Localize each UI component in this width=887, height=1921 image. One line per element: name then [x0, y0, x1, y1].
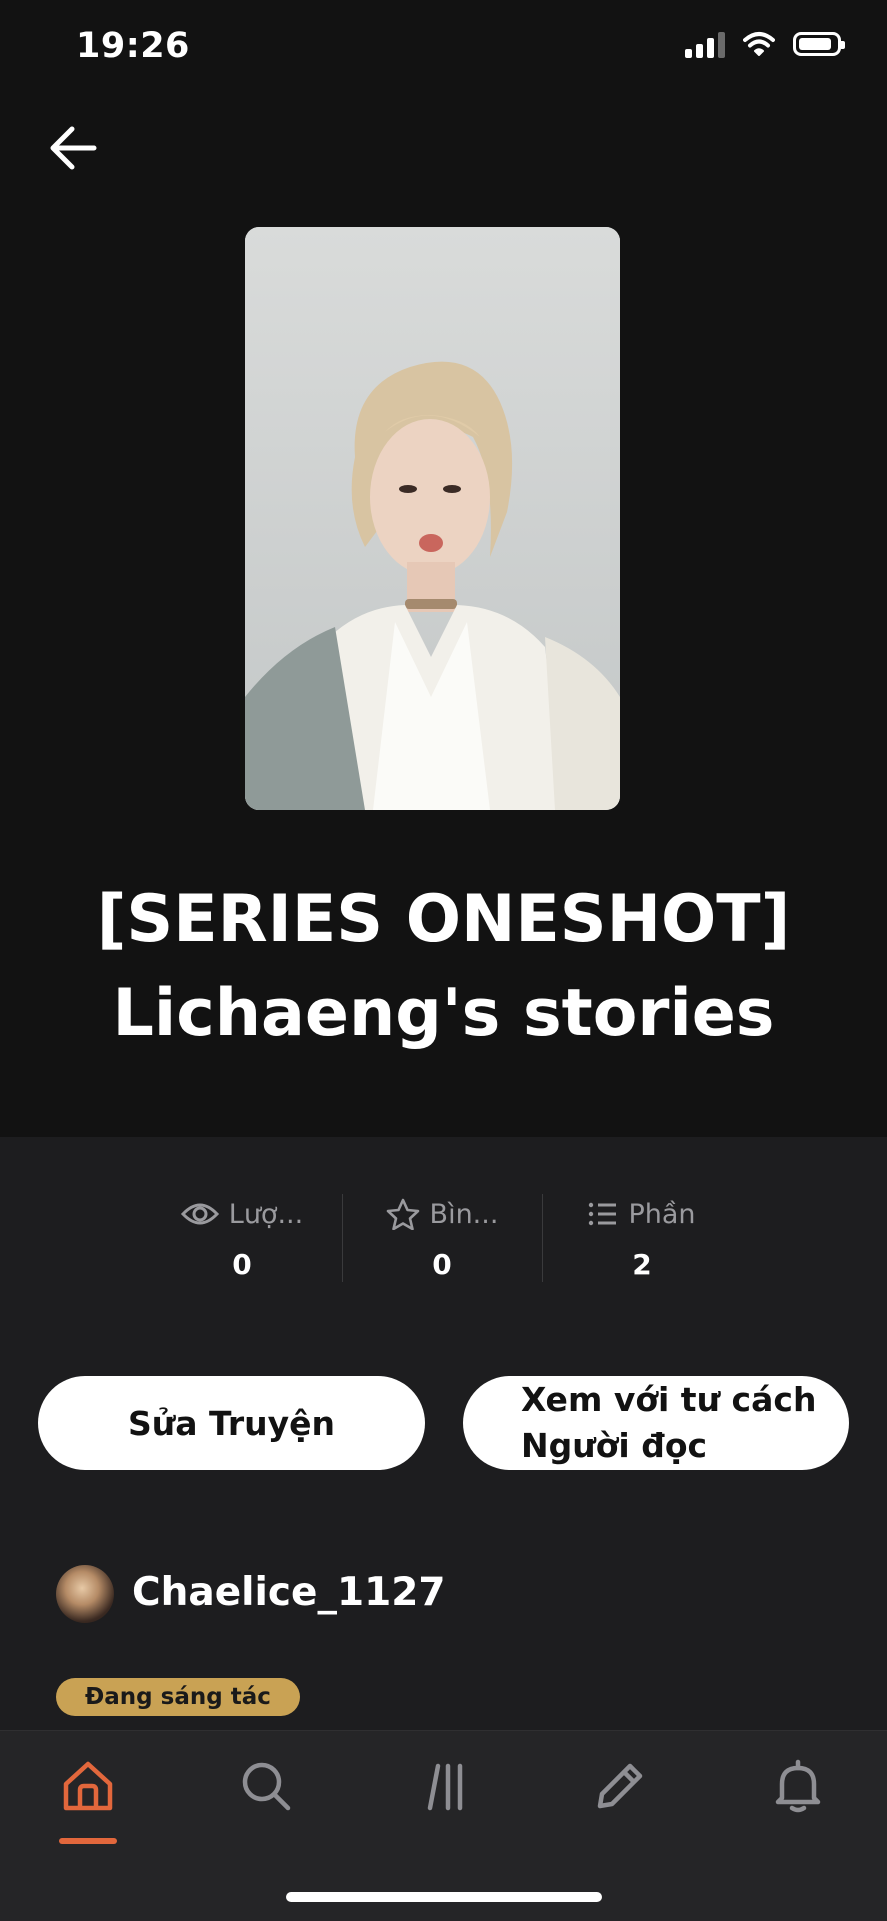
status-badge: Đang sáng tác: [56, 1678, 300, 1716]
stat-votes-value: 0: [432, 1248, 452, 1281]
stat-parts: Phần 2: [542, 1192, 742, 1282]
write-icon[interactable]: [592, 1758, 648, 1814]
stat-votes: Bìn... 0: [342, 1192, 542, 1282]
stat-reads-value: 0: [232, 1248, 252, 1281]
edit-story-button[interactable]: Sửa Truyện: [38, 1376, 425, 1470]
story-cover-image[interactable]: [245, 227, 620, 810]
view-as-reader-line2: Người đọc: [521, 1426, 708, 1465]
wifi-icon: [743, 32, 775, 56]
view-as-reader-button[interactable]: Xem với tư cách Người đọc: [463, 1376, 849, 1470]
star-icon: [386, 1198, 419, 1230]
author-avatar[interactable]: [56, 1565, 114, 1623]
stat-reads-label: Lượ...: [228, 1198, 304, 1230]
story-title-line2: Lichaeng's stories: [112, 976, 775, 1051]
eye-icon: [180, 1203, 219, 1225]
stat-votes-label: Bìn...: [429, 1198, 499, 1230]
stat-parts-label: Phần: [628, 1198, 696, 1230]
story-stats: Lượ... 0 Bìn... 0 Phần 2: [142, 1192, 742, 1282]
active-tab-indicator: [59, 1838, 117, 1844]
battery-icon: [793, 32, 845, 56]
bell-icon[interactable]: [770, 1758, 826, 1814]
status-icons: [685, 30, 845, 58]
story-title-line1: [SERIES ONESHOT]: [96, 882, 791, 957]
library-icon[interactable]: [416, 1758, 472, 1814]
story-title: [SERIES ONESHOT] Lichaeng's stories: [0, 873, 887, 1061]
list-icon: [589, 1202, 617, 1226]
back-arrow-icon[interactable]: [44, 118, 104, 178]
status-time: 19:26: [76, 26, 190, 66]
author-name[interactable]: Chaelice_1127: [132, 1570, 446, 1615]
stat-parts-value: 2: [632, 1248, 652, 1281]
stat-reads: Lượ... 0: [142, 1192, 342, 1282]
cover-portrait: [245, 227, 620, 810]
home-icon[interactable]: [60, 1758, 116, 1814]
view-as-reader-line1: Xem với tư cách: [521, 1380, 817, 1419]
search-icon[interactable]: [238, 1758, 294, 1814]
cellular-signal-icon: [685, 30, 725, 58]
home-indicator: [286, 1892, 602, 1902]
